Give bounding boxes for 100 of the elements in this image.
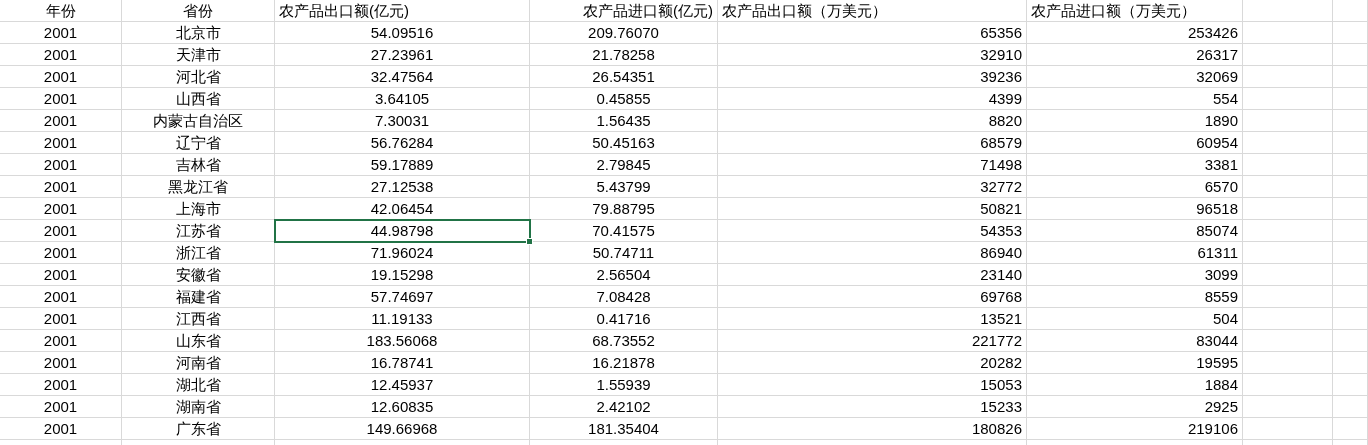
table-cell[interactable]: 149.66968: [275, 418, 530, 440]
empty-cell[interactable]: [1333, 330, 1368, 352]
table-cell[interactable]: 54.09516: [275, 22, 530, 44]
table-cell[interactable]: 7.30031: [275, 110, 530, 132]
table-cell[interactable]: 1890: [1027, 110, 1243, 132]
table-cell[interactable]: 20282: [718, 352, 1027, 374]
table-cell[interactable]: 56.76284: [275, 132, 530, 154]
table-cell[interactable]: 19595: [1027, 352, 1243, 374]
table-cell[interactable]: 福建省: [122, 286, 275, 308]
table-cell[interactable]: 0.41716: [530, 308, 718, 330]
table-cell[interactable]: 15233: [718, 396, 1027, 418]
table-cell[interactable]: 7.08428: [530, 286, 718, 308]
table-cell[interactable]: 27.12538: [275, 176, 530, 198]
table-cell[interactable]: 15053: [718, 374, 1027, 396]
table-cell[interactable]: 广东省: [122, 418, 275, 440]
table-cell[interactable]: 16.21878: [530, 352, 718, 374]
table-cell[interactable]: 12.60835: [275, 396, 530, 418]
table-cell[interactable]: 江苏省: [122, 220, 275, 242]
table-cell[interactable]: 吉林省: [122, 154, 275, 176]
table-cell[interactable]: 江西省: [122, 308, 275, 330]
table-cell[interactable]: 44.98798: [275, 220, 530, 242]
table-cell[interactable]: 221772: [718, 330, 1027, 352]
table-cell[interactable]: 61311: [1027, 242, 1243, 264]
table-cell[interactable]: 8820: [718, 110, 1027, 132]
table-cell[interactable]: 1884: [1027, 374, 1243, 396]
table-cell[interactable]: 2.42102: [530, 396, 718, 418]
table-cell[interactable]: 2001: [0, 44, 122, 66]
empty-cell[interactable]: [1333, 374, 1368, 396]
table-cell[interactable]: 71498: [718, 154, 1027, 176]
table-cell[interactable]: 26317: [1027, 44, 1243, 66]
table-cell[interactable]: 42.06454: [275, 198, 530, 220]
empty-cell[interactable]: [1243, 330, 1333, 352]
table-cell[interactable]: 96518: [1027, 198, 1243, 220]
empty-cell[interactable]: [1333, 176, 1368, 198]
empty-cell[interactable]: [1333, 198, 1368, 220]
table-cell[interactable]: 60954: [1027, 132, 1243, 154]
empty-cell[interactable]: [1333, 242, 1368, 264]
table-cell[interactable]: 209.76070: [530, 22, 718, 44]
table-cell[interactable]: 83044: [1027, 330, 1243, 352]
table-cell[interactable]: 57.74697: [275, 286, 530, 308]
table-cell[interactable]: 2001: [0, 88, 122, 110]
table-cell[interactable]: 65356: [718, 22, 1027, 44]
table-cell[interactable]: 上海市: [122, 198, 275, 220]
table-cell[interactable]: 2001: [0, 22, 122, 44]
table-cell[interactable]: 河南省: [122, 352, 275, 374]
table-cell[interactable]: 2001: [0, 374, 122, 396]
table-cell[interactable]: 2001: [0, 242, 122, 264]
table-cell[interactable]: 2001: [0, 220, 122, 242]
empty-cell[interactable]: [1243, 132, 1333, 154]
table-cell[interactable]: 16.78741: [275, 352, 530, 374]
table-cell[interactable]: 浙江省: [122, 242, 275, 264]
empty-cell[interactable]: [1333, 22, 1368, 44]
table-cell[interactable]: 181.35404: [530, 418, 718, 440]
table-cell[interactable]: 2001: [0, 176, 122, 198]
table-cell[interactable]: 2001: [0, 154, 122, 176]
table-cell[interactable]: 2001: [0, 308, 122, 330]
empty-cell[interactable]: [1243, 308, 1333, 330]
empty-cell[interactable]: [1243, 242, 1333, 264]
empty-cell[interactable]: [1243, 198, 1333, 220]
empty-cell[interactable]: [1243, 22, 1333, 44]
empty-cell[interactable]: [1243, 374, 1333, 396]
table-cell[interactable]: 2001: [0, 330, 122, 352]
empty-cell[interactable]: [1333, 396, 1368, 418]
table-cell[interactable]: 180826: [718, 418, 1027, 440]
table-cell[interactable]: 219106: [1027, 418, 1243, 440]
table-cell[interactable]: 504: [1027, 308, 1243, 330]
table-cell[interactable]: 11.19133: [275, 308, 530, 330]
table-cell[interactable]: 天津市: [122, 44, 275, 66]
table-cell[interactable]: 70.41575: [530, 220, 718, 242]
table-cell[interactable]: 50.45163: [530, 132, 718, 154]
table-cell[interactable]: 79.88795: [530, 198, 718, 220]
empty-cell[interactable]: [1243, 0, 1333, 22]
table-cell[interactable]: 0.45855: [530, 88, 718, 110]
table-cell[interactable]: 2001: [0, 66, 122, 88]
table-cell[interactable]: 3.64105: [275, 88, 530, 110]
empty-cell[interactable]: [1243, 264, 1333, 286]
table-cell[interactable]: 68579: [718, 132, 1027, 154]
table-cell[interactable]: 河北省: [122, 66, 275, 88]
table-cell[interactable]: 6570: [1027, 176, 1243, 198]
table-cell[interactable]: 32069: [1027, 66, 1243, 88]
table-cell[interactable]: 内蒙古自治区: [122, 110, 275, 132]
table-cell[interactable]: 2001: [0, 352, 122, 374]
table-cell[interactable]: 50.74711: [530, 242, 718, 264]
empty-cell[interactable]: [1333, 132, 1368, 154]
empty-cell[interactable]: [1243, 396, 1333, 418]
table-cell[interactable]: 68.73552: [530, 330, 718, 352]
table-cell[interactable]: 50821: [718, 198, 1027, 220]
table-cell[interactable]: 2001: [0, 264, 122, 286]
table-cell[interactable]: 253426: [1027, 22, 1243, 44]
empty-cell[interactable]: [1333, 418, 1368, 440]
table-cell[interactable]: 1.55939: [530, 374, 718, 396]
empty-cell[interactable]: [1333, 264, 1368, 286]
empty-cell[interactable]: [1243, 44, 1333, 66]
table-cell[interactable]: 辽宁省: [122, 132, 275, 154]
empty-cell[interactable]: [1333, 88, 1368, 110]
empty-cell[interactable]: [1243, 286, 1333, 308]
table-cell[interactable]: 2001: [0, 418, 122, 440]
table-cell[interactable]: 71.96024: [275, 242, 530, 264]
table-cell[interactable]: 2001: [0, 132, 122, 154]
table-cell[interactable]: 5.43799: [530, 176, 718, 198]
